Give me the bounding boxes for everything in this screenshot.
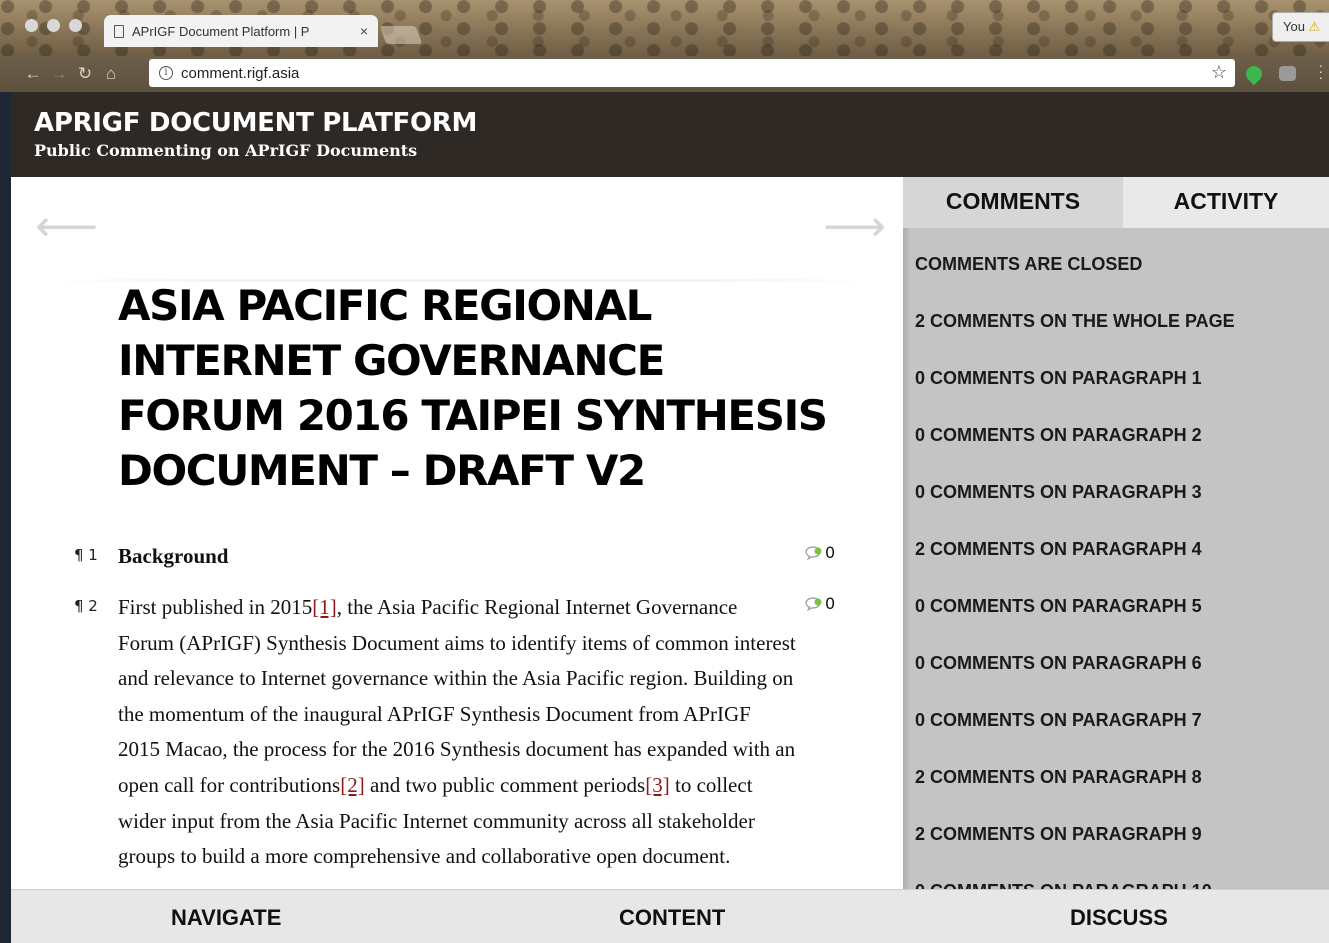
paragraph-marker[interactable]: ¶ 1 <box>74 546 98 564</box>
tab-activity[interactable]: ACTIVITY <box>1123 177 1329 228</box>
page-title: ASIA PACIFIC REGIONAL INTERNET GOVERNANC… <box>118 281 828 495</box>
tab-comments[interactable]: COMMENTS <box>903 177 1123 228</box>
comment-count[interactable]: 0 <box>805 543 835 562</box>
bookmark-star-icon[interactable]: ☆ <box>1211 62 1227 83</box>
tab-close-icon[interactable]: × <box>360 23 368 39</box>
browser-toolbar: ← → ↻ ⌂ i comment.rigf.asia ☆ · · · <box>0 56 1329 92</box>
comments-paragraph-link[interactable]: 0 COMMENTS ON PARAGRAPH 1 <box>915 368 1202 389</box>
site-subtitle: Public Commenting on APrIGF Documents <box>34 141 418 160</box>
address-bar[interactable]: i comment.rigf.asia ☆ <box>149 59 1235 87</box>
document-content: ⟵ ⟶ ASIA PACIFIC REGIONAL INTERNET GOVER… <box>11 177 903 889</box>
home-icon[interactable]: ⌂ <box>98 64 124 84</box>
paragraph-text: Background <box>118 544 229 568</box>
back-arrow-icon[interactable]: ← <box>20 64 46 84</box>
site-title[interactable]: APRIGF DOCUMENT PLATFORM <box>34 108 477 138</box>
reload-icon[interactable]: ↻ <box>72 64 98 84</box>
bottom-navigation: NAVIGATE CONTENT DISCUSS <box>11 889 1329 943</box>
profile-button[interactable]: You ⚠ <box>1272 12 1329 42</box>
comments-paragraph-link[interactable]: 0 COMMENTS ON PARAGRAPH 7 <box>915 710 1202 731</box>
navigate-button[interactable]: NAVIGATE <box>171 905 281 931</box>
comments-whole-page-link[interactable]: 2 COMMENTS ON THE WHOLE PAGE <box>915 311 1235 332</box>
comment-count-value: 0 <box>825 594 836 613</box>
previous-page-arrow-icon[interactable]: ⟵ <box>35 205 98 249</box>
profile-label: You <box>1283 19 1305 34</box>
comments-paragraph-link[interactable]: 2 COMMENTS ON PARAGRAPH 4 <box>915 539 1202 560</box>
tab-title: APrIGF Document Platform | P <box>132 23 310 39</box>
next-page-arrow-icon[interactable]: ⟶ <box>823 205 886 249</box>
window-edge <box>0 92 11 943</box>
extension-icon[interactable] <box>1279 66 1296 81</box>
site-header: APRIGF DOCUMENT PLATFORM Public Commenti… <box>11 92 1329 177</box>
paragraph-marker[interactable]: ¶ 2 <box>74 597 98 615</box>
info-icon[interactable]: i <box>159 66 173 80</box>
new-tab-button[interactable] <box>379 26 423 44</box>
sidebar-tabs: COMMENTS ACTIVITY <box>903 177 1329 228</box>
browser-menu-icon[interactable]: · · · <box>1318 58 1323 84</box>
comments-sidebar: COMMENTS ACTIVITY COMMENTS ARE CLOSED 2 … <box>903 177 1329 889</box>
close-window-button[interactable] <box>25 19 38 32</box>
discuss-button[interactable]: DISCUSS <box>1070 905 1168 931</box>
browser-tab[interactable]: APrIGF Document Platform | P × <box>104 15 378 47</box>
comments-paragraph-link[interactable]: 2 COMMENTS ON PARAGRAPH 8 <box>915 767 1202 788</box>
comments-paragraph-link[interactable]: 0 COMMENTS ON PARAGRAPH 3 <box>915 482 1202 503</box>
comments-paragraph-link[interactable]: 0 COMMENTS ON PARAGRAPH 6 <box>915 653 1202 674</box>
comment-count-value: 0 <box>825 543 836 562</box>
comment-count[interactable]: 0 <box>805 594 835 613</box>
comments-paragraph-link[interactable]: 0 COMMENTS ON PARAGRAPH 10 <box>915 881 1212 889</box>
content-button[interactable]: CONTENT <box>619 905 725 931</box>
footnote-link[interactable]: [1] <box>312 595 337 619</box>
comments-paragraph-link[interactable]: 0 COMMENTS ON PARAGRAPH 2 <box>915 425 1202 446</box>
minimize-window-button[interactable] <box>47 19 60 32</box>
zoom-window-button[interactable] <box>69 19 82 32</box>
comments-paragraph-link[interactable]: 2 COMMENTS ON PARAGRAPH 9 <box>915 824 1202 845</box>
url-text: comment.rigf.asia <box>181 64 300 82</box>
comments-closed-notice: COMMENTS ARE CLOSED <box>915 254 1143 274</box>
comments-paragraph-link[interactable]: 0 COMMENTS ON PARAGRAPH 5 <box>915 596 1202 617</box>
footnote-link[interactable]: [3] <box>645 773 670 797</box>
browser-titlebar: APrIGF Document Platform | P × You ⚠ <box>0 0 1329 56</box>
forward-arrow-icon[interactable]: → <box>46 64 72 84</box>
warning-icon: ⚠ <box>1308 19 1321 34</box>
paragraph-text: First published in 2015[1], the Asia Pac… <box>118 595 796 869</box>
footnote-link[interactable]: [2] <box>340 773 365 797</box>
comment-bubble-icon <box>805 545 822 560</box>
page-icon <box>114 24 124 38</box>
extension-shield-icon[interactable] <box>1242 62 1266 86</box>
comment-bubble-icon <box>805 596 822 611</box>
